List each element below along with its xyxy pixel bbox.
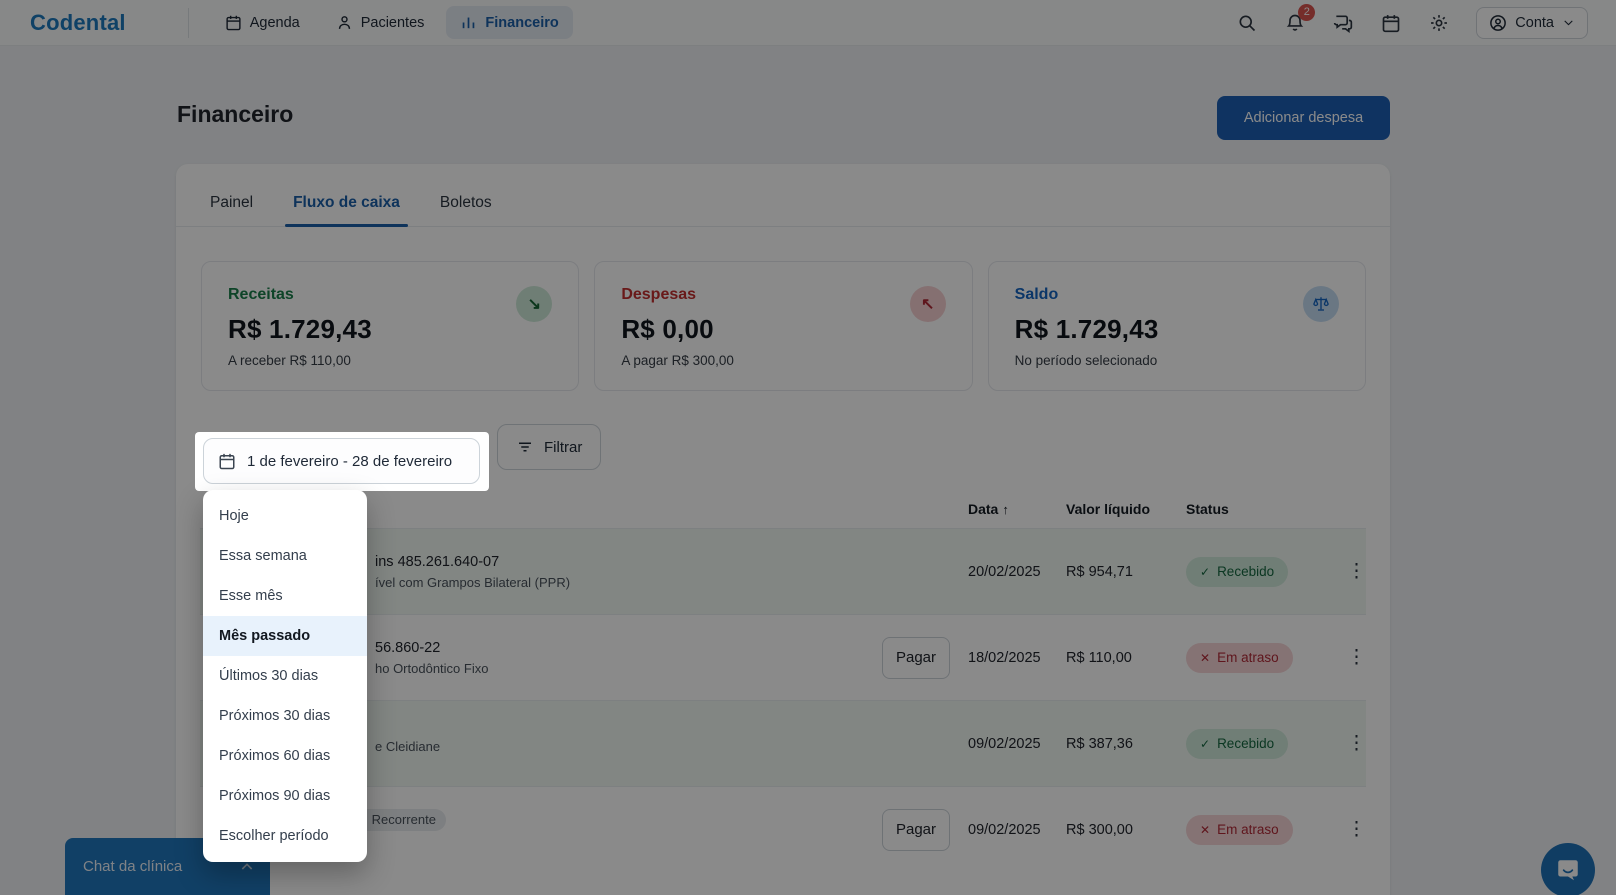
date-range-spotlight: 1 de fevereiro - 28 de fevereiro [195, 432, 489, 491]
date-range-label: 1 de fevereiro - 28 de fevereiro [247, 453, 452, 470]
calendar-icon [218, 452, 236, 470]
period-option-proximos-30-dias[interactable]: Próximos 30 dias [203, 696, 367, 736]
date-range-button[interactable]: 1 de fevereiro - 28 de fevereiro [203, 438, 480, 484]
period-option-proximos-60-dias[interactable]: Próximos 60 dias [203, 736, 367, 776]
period-option-mes-passado[interactable]: Mês passado [203, 616, 367, 656]
period-option-proximos-90-dias[interactable]: Próximos 90 dias [203, 776, 367, 816]
period-option-escolher-periodo[interactable]: Escolher período [203, 816, 367, 856]
period-option-ultimos-30-dias[interactable]: Últimos 30 dias [203, 656, 367, 696]
period-dropdown: Hoje Essa semana Esse mês Mês passado Úl… [203, 490, 367, 862]
period-option-essa-semana[interactable]: Essa semana [203, 536, 367, 576]
period-option-esse-mes[interactable]: Esse mês [203, 576, 367, 616]
period-option-hoje[interactable]: Hoje [203, 496, 367, 536]
